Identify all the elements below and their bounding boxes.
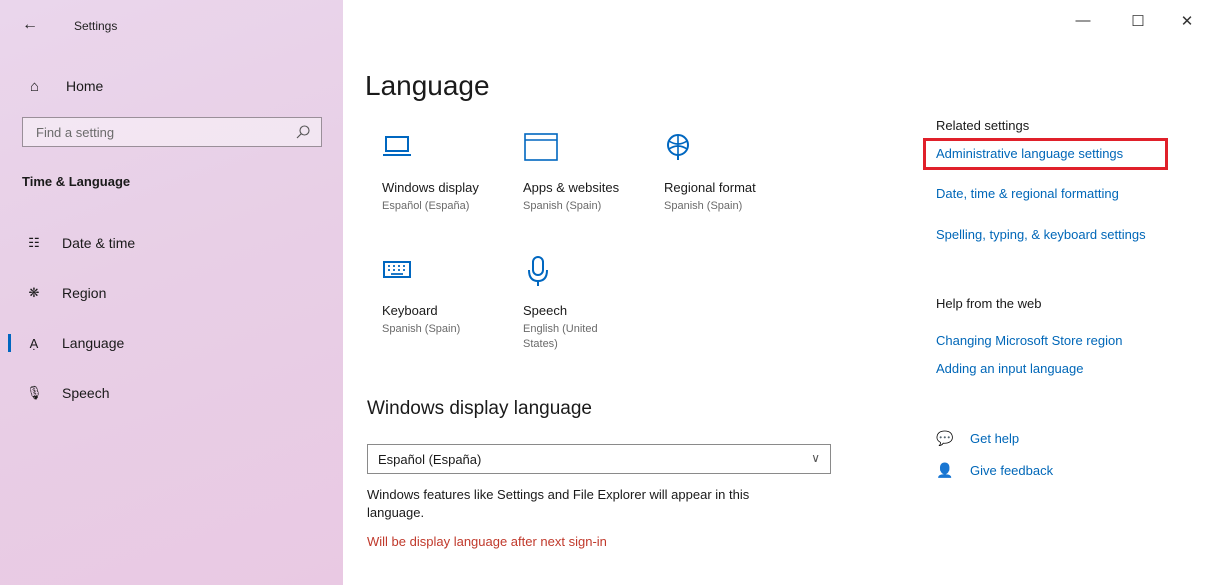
admin-language-settings-link[interactable]: Administrative language settings [936,146,1123,161]
calendar-clock-icon: ☷ [28,235,40,250]
spelling-typing-keyboard-link[interactable]: Spelling, typing, & keyboard settings [936,227,1146,242]
home-label: Home [66,78,104,94]
language-icon: Ạ [29,335,39,351]
globe-icon: ❋ [28,285,40,300]
app-title: Settings [74,19,118,33]
close-icon[interactable]: ✕ [1167,12,1206,30]
give-feedback-link[interactable]: 👤 Give feedback [936,462,1053,479]
display-language-dropdown[interactable]: Español (España) ∨ [367,444,831,474]
chevron-down-icon: ∨ [811,451,820,465]
tile-name: Regional format [664,180,756,195]
tile-name: Speech [523,303,568,318]
search-input[interactable]: Find a setting [22,117,322,147]
tile-regional-format[interactable]: Regional format Spanish (Spain) [664,132,799,214]
tile-subtitle: English (United States) [523,323,598,350]
changing-store-region-link[interactable]: Changing Microsoft Store region [936,333,1122,348]
globe-icon [667,134,689,160]
sidebar-item-label: Region [62,285,107,301]
display-language-heading: Windows display language [367,398,592,419]
sidebar-item-label: Language [62,335,125,351]
feedback-icon: 👤 [936,462,954,478]
tile-name: Windows display [382,180,479,195]
home-icon: ⌂ [30,77,40,95]
tile-speech[interactable]: Speech English (United States) [523,255,658,352]
search-icon [296,125,310,139]
give-feedback-label: Give feedback [970,463,1054,478]
sidebar-item-label: Date & time [62,235,136,251]
tile-subtitle: Español (España) [382,200,470,212]
tile-apps-websites[interactable]: Apps & websites Spanish (Spain) [523,132,658,214]
sidebar-item-date-time[interactable]: ☷ Date & time [0,228,343,258]
tile-keyboard[interactable]: Keyboard Spanish (Spain) [382,255,517,337]
adding-input-language-link[interactable]: Adding an input language [936,361,1083,376]
sidebar-item-language[interactable]: Ạ Language [0,328,343,358]
tile-name: Apps & websites [523,180,620,195]
chat-help-icon: 💬 [936,430,954,446]
keyboard-icon [383,261,411,278]
title-bar: ← Settings [0,0,343,54]
laptop-icon [383,136,411,156]
help-from-web-heading: Help from the web [936,296,1042,311]
minimize-icon[interactable]: — [1063,12,1103,29]
page-title: Language [365,70,490,101]
maximize-icon[interactable]: ☐ [1118,12,1158,30]
get-help-link[interactable]: 💬 Get help [936,430,1019,447]
get-help-label: Get help [970,431,1020,446]
date-time-formatting-link[interactable]: Date, time & regional formatting [936,186,1119,201]
microphone-icon [528,256,548,286]
tile-name: Keyboard [382,303,438,318]
main-content: — ☐ ✕ Language Windows display Español (… [343,0,1206,585]
back-arrow-icon[interactable]: ← [22,16,38,34]
tile-subtitle: Spanish (Spain) [523,200,602,212]
sidebar: ← Settings ⌂ Home Find a setting Time & … [0,0,343,585]
dropdown-value: Español (España) [378,452,482,467]
related-settings-heading: Related settings [936,118,1030,133]
tile-windows-display[interactable]: Windows display Español (España) [382,132,517,214]
tile-subtitle: Spanish (Spain) [664,200,743,212]
home-nav-item[interactable]: ⌂ Home [30,75,103,97]
window-icon [524,133,558,161]
sidebar-item-label: Speech [62,385,110,401]
section-title: Time & Language [22,174,131,189]
sidebar-item-region[interactable]: ❋ Region [0,278,343,308]
tile-subtitle: Spanish (Spain) [382,323,461,335]
search-placeholder: Find a setting [36,125,115,140]
sidebar-item-speech[interactable]: 🎙 Speech [0,378,343,408]
active-indicator [8,334,11,352]
display-language-description: Windows features like Settings and File … [367,487,750,520]
sign-in-warning: Will be display language after next sign… [367,534,607,549]
microphone-icon: 🎙 [26,385,43,400]
